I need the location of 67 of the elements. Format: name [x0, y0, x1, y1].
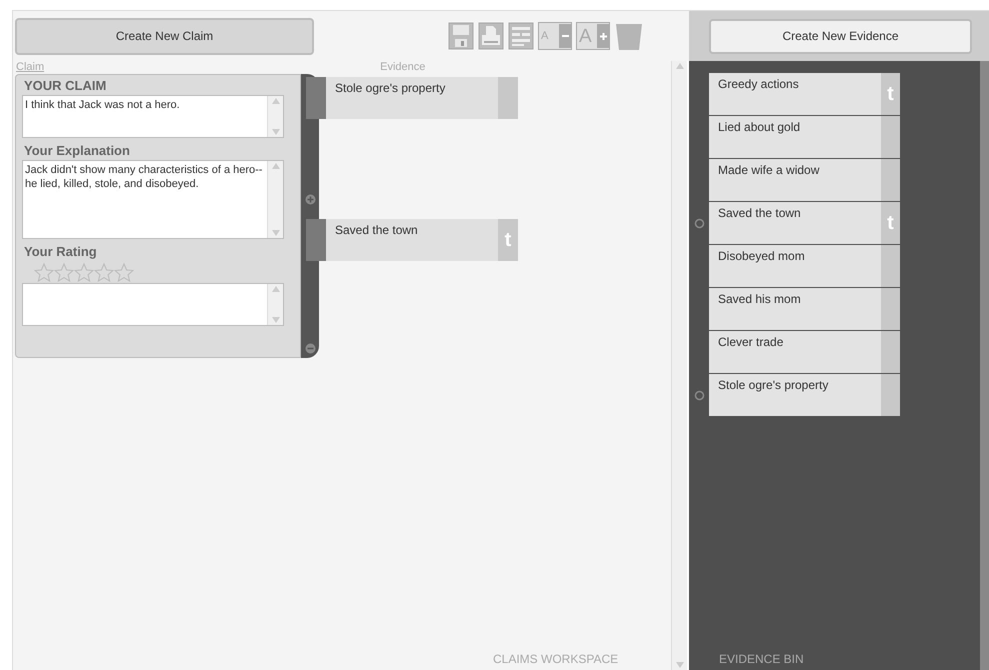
star-icon[interactable] [74, 262, 94, 282]
tag-strip[interactable] [881, 331, 900, 373]
claim-heading: YOUR CLAIM [24, 77, 108, 95]
minus-circle-icon[interactable] [304, 343, 316, 354]
star-icon[interactable] [34, 262, 54, 282]
rating-comment-field[interactable] [22, 283, 284, 326]
explanation-heading: Your Explanation [24, 142, 131, 160]
plus-icon [597, 24, 609, 48]
tag-strip[interactable] [498, 77, 518, 119]
scroll-down-icon[interactable] [272, 129, 280, 135]
drag-handle[interactable] [306, 219, 326, 261]
evidence-text: Lied about gold [717, 119, 802, 136]
scrollbar[interactable] [267, 96, 283, 137]
scroll-down-icon[interactable] [676, 662, 684, 668]
explanation-field[interactable]: Jack didn't show many characteristics of a hero--he lied, killed, stole, and disobeyed. [22, 160, 284, 239]
evidence-bin-caption: EVIDENCE BIN [719, 651, 805, 668]
scroll-up-icon[interactable] [272, 163, 280, 169]
scrollbar[interactable] [980, 61, 989, 670]
evidence-card[interactable]: Lied about gold [709, 116, 900, 158]
layout-icon[interactable] [508, 22, 534, 50]
evidence-card[interactable]: Saved his mom [709, 288, 900, 330]
evidence-text: Disobeyed mom [717, 248, 806, 265]
evidence-text: Stole ogre's property [334, 80, 446, 97]
evidence-card[interactable]: Disobeyed mom [709, 245, 900, 287]
evidence-card[interactable]: Made wife a widow [709, 159, 900, 201]
scrollbar[interactable] [267, 161, 283, 238]
printer-icon[interactable] [478, 22, 504, 50]
evidence-card[interactable]: Stole ogre's property [306, 77, 518, 119]
evidence-text: Made wife a widow [717, 162, 820, 179]
connector-icon[interactable] [694, 218, 704, 228]
create-claim-button[interactable]: Create New Claim [15, 18, 314, 54]
evidence-text: Stole ogre's property [717, 377, 830, 394]
workspace-caption: CLAIMS WORKSPACE [493, 651, 618, 668]
evidence-text: Saved the town [717, 205, 802, 222]
save-icon[interactable] [448, 22, 474, 50]
tag-strip[interactable] [881, 374, 900, 416]
tag-strip[interactable] [881, 116, 900, 158]
scroll-down-icon[interactable] [272, 230, 280, 236]
claim-column-label: Claim [16, 61, 44, 74]
evidence-text: Saved his mom [717, 291, 802, 308]
claim-card[interactable]: YOUR CLAIM I think that Jack was not a hero. Your Explanation Jack didn't show many characteristics of a hero--he lied, killed, stole, and disobeyed. Your Rating [15, 74, 301, 358]
drag-handle[interactable] [306, 77, 326, 119]
star-icon[interactable] [94, 262, 114, 282]
scroll-down-icon[interactable] [272, 317, 280, 323]
rating-heading: Your Rating [24, 243, 98, 261]
tag-strip[interactable] [881, 245, 900, 287]
create-evidence-button[interactable]: Create New Evidence [709, 18, 972, 54]
scroll-up-icon[interactable] [272, 286, 280, 292]
star-icon[interactable] [114, 262, 134, 282]
trash-icon[interactable] [614, 21, 644, 51]
claim-field[interactable]: I think that Jack was not a hero. [22, 95, 284, 138]
plus-circle-icon[interactable] [304, 194, 316, 205]
evidence-card[interactable]: Stole ogre's property [709, 374, 900, 416]
evidence-text: Saved the town [334, 222, 419, 239]
scroll-up-icon[interactable] [676, 63, 684, 69]
evidence-text: Greedy actions [717, 76, 800, 93]
star-icon[interactable] [54, 262, 74, 282]
tag-strip[interactable] [881, 159, 900, 201]
evidence-column-label: Evidence [380, 61, 426, 74]
evidence-card[interactable]: Clever trade [709, 331, 900, 373]
scrollbar[interactable] [671, 61, 687, 670]
connector-icon[interactable] [694, 390, 704, 400]
minus-icon [559, 24, 571, 48]
scroll-up-icon[interactable] [272, 98, 280, 104]
scrollbar[interactable] [267, 284, 283, 325]
evidence-text: Clever trade [717, 334, 784, 351]
tag-strip[interactable] [881, 288, 900, 330]
